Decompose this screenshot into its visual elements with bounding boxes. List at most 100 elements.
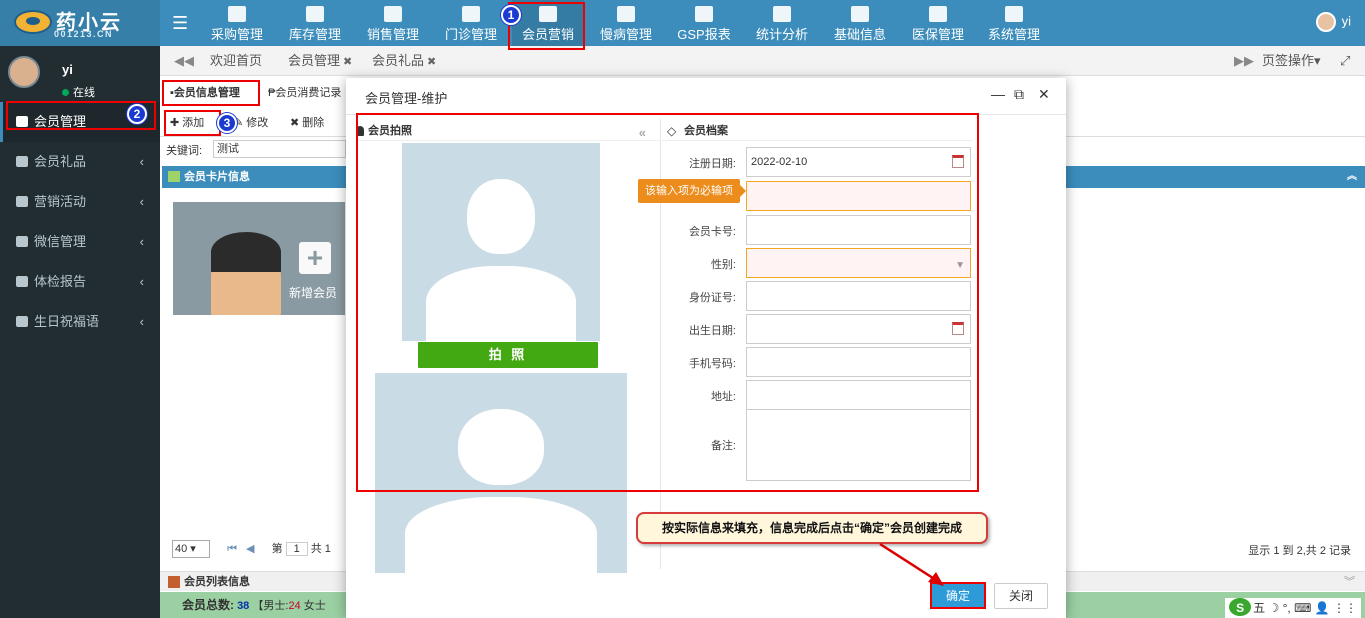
maximize-icon[interactable]: ⧉	[1014, 86, 1024, 103]
tree-icon	[16, 196, 28, 207]
nav-item-basic-info[interactable]: 基础信息	[826, 0, 894, 46]
nav-item-gsp[interactable]: GSP报表	[670, 0, 738, 46]
sidebar-item-marketing[interactable]: 营销活动 ‹	[0, 182, 160, 222]
logo-subtitle: 001213.CN	[54, 29, 114, 39]
subtab-member-info[interactable]: ▪会员信息管理	[166, 80, 244, 106]
chevron-left-icon: ‹	[139, 154, 144, 169]
cart-icon	[228, 6, 246, 22]
close-button[interactable]: 关闭	[994, 583, 1048, 609]
sidebar-item-health-report[interactable]: 体检报告 ‹	[0, 262, 160, 302]
add-member-card[interactable]: + 新增会员	[173, 202, 345, 315]
close-icon[interactable]: ✖	[427, 56, 436, 68]
cube-icon	[306, 6, 324, 22]
plus-icon: +	[299, 242, 331, 274]
first-page-icon[interactable]: ⏮	[227, 543, 237, 555]
member-file-panel: 会员档案 注册日期: 2022-02-10 会员卡号: 性别: ▼ 身份证号:	[662, 119, 972, 499]
field-card-no: 会员卡号:	[662, 215, 972, 245]
page-input[interactable]: 1	[285, 542, 308, 556]
tab-bar: ◀◀ 欢迎首页 会员管理 ✖ 会员礼品 ✖ ▶▶ 页签操作▾ ⤢	[160, 46, 1365, 76]
tab-member-management[interactable]: 会员管理 ✖	[288, 46, 352, 76]
gift-icon	[16, 156, 28, 167]
page-size-select[interactable]: 40 ▾	[172, 540, 210, 558]
address-input[interactable]	[746, 380, 971, 410]
nav-item-statistics[interactable]: 统计分析	[748, 0, 816, 46]
keyword-input[interactable]: 测试	[213, 140, 346, 158]
tab-member-gifts[interactable]: 会员礼品 ✖	[372, 46, 436, 76]
user-status: 在线	[62, 84, 95, 100]
id-card-input[interactable]	[746, 281, 971, 311]
tab-scroll-right-icon[interactable]: ▶▶	[1234, 46, 1254, 76]
remark-textarea[interactable]	[746, 409, 971, 481]
add-button[interactable]: ✚ 添加	[170, 110, 204, 136]
edit-button[interactable]: ✎ 修改	[234, 110, 268, 136]
top-navbar: 药小云 001213.CN ☰ 采购管理 库存管理 销售管理 门诊管理 会员营销…	[0, 0, 1365, 46]
dialog-title: 会员管理-维护	[365, 91, 448, 106]
sidebar-item-birthday[interactable]: 生日祝福语 ‹	[0, 302, 160, 342]
users-icon	[16, 116, 28, 127]
field-id-card: 身份证号:	[662, 281, 972, 311]
avatar	[8, 56, 40, 88]
logo-icon	[14, 10, 52, 34]
delete-button[interactable]: ✖ 删除	[290, 110, 324, 136]
calendar-icon[interactable]	[952, 322, 964, 335]
chart-icon	[773, 6, 791, 22]
subtab-consumption[interactable]: ₱会员消费记录	[264, 80, 345, 106]
register-icon	[384, 6, 402, 22]
chevron-left-icon: ‹	[139, 314, 144, 329]
fullscreen-icon[interactable]: ⤢	[1340, 46, 1350, 76]
medkit-icon	[462, 6, 480, 22]
photo-panel: 会员拍照 « 拍 照	[356, 119, 660, 618]
online-dot-icon	[62, 89, 69, 96]
toolbar: ✚ 添加 ✎ 修改 ✖ 删除	[160, 110, 360, 136]
nav-item-purchase[interactable]: 采购管理	[203, 0, 271, 46]
calendar-icon[interactable]	[952, 155, 964, 168]
collapse-left-icon[interactable]: «	[639, 123, 646, 143]
nav-item-chronic[interactable]: 慢病管理	[592, 0, 660, 46]
sidebar-item-member-gifts[interactable]: 会员礼品 ‹	[0, 142, 160, 182]
chevron-down-icon: ▼	[955, 260, 965, 271]
nav-item-system[interactable]: 系统管理	[980, 0, 1048, 46]
nav-item-sales[interactable]: 销售管理	[359, 0, 427, 46]
member-name-input[interactable]	[746, 181, 971, 211]
member-photo-placeholder	[402, 143, 600, 341]
nav-item-member-marketing[interactable]: 会员营销	[512, 0, 584, 46]
nav-item-clinic[interactable]: 门诊管理	[437, 0, 505, 46]
collapse-down-icon[interactable]: ︾	[1344, 572, 1355, 592]
instruction-arrow	[879, 542, 944, 586]
take-photo-button[interactable]: 拍 照	[418, 342, 598, 368]
birth-date-input[interactable]	[746, 314, 971, 344]
wechat-icon	[16, 236, 28, 247]
required-field-tooltip: 该输入项为必输项	[638, 179, 746, 203]
tab-welcome[interactable]: 欢迎首页	[210, 46, 262, 76]
remark-label: 备注:	[710, 440, 736, 452]
nav-item-insurance[interactable]: 医保管理	[904, 0, 972, 46]
file-icon	[16, 276, 28, 287]
book-icon	[851, 6, 869, 22]
windows-icon	[929, 6, 947, 22]
field-address: 地址:	[662, 380, 972, 410]
prev-page-icon[interactable]: ◀	[246, 543, 254, 555]
phone-input[interactable]	[746, 347, 971, 377]
cake-icon	[16, 316, 28, 327]
chevron-left-icon: ‹	[139, 274, 144, 289]
photo-section-header: 会员拍照 «	[356, 121, 660, 141]
tab-scroll-left-icon[interactable]: ◀◀	[174, 46, 194, 76]
field-register-date: 注册日期: 2022-02-10	[662, 147, 972, 177]
close-icon[interactable]: ✖	[343, 56, 352, 68]
register-date-input[interactable]: 2022-02-10	[746, 147, 971, 177]
menu-toggle-icon[interactable]: ☰	[172, 13, 188, 34]
windows-icon	[1005, 6, 1023, 22]
sidebar-item-wechat[interactable]: 微信管理 ‹	[0, 222, 160, 262]
card-no-input[interactable]	[746, 215, 971, 245]
ime-toolbar[interactable]: S五 ☽ °, ⌨ 👤 ⋮⋮	[1225, 598, 1361, 618]
pager: 40 ▾ ⏮ ◀ 第 1 共 1	[172, 540, 331, 560]
collapse-up-icon[interactable]: ︽	[1347, 166, 1357, 188]
gender-select[interactable]: ▼	[746, 248, 971, 278]
user-menu[interactable]: yi	[1315, 12, 1351, 32]
minimize-icon[interactable]: —	[991, 86, 1005, 102]
tab-actions-dropdown[interactable]: 页签操作▾	[1262, 46, 1321, 76]
field-gender: 性别: ▼	[662, 248, 972, 278]
nav-item-inventory[interactable]: 库存管理	[281, 0, 349, 46]
close-icon[interactable]: ✕	[1038, 86, 1050, 103]
users-icon	[539, 6, 557, 22]
